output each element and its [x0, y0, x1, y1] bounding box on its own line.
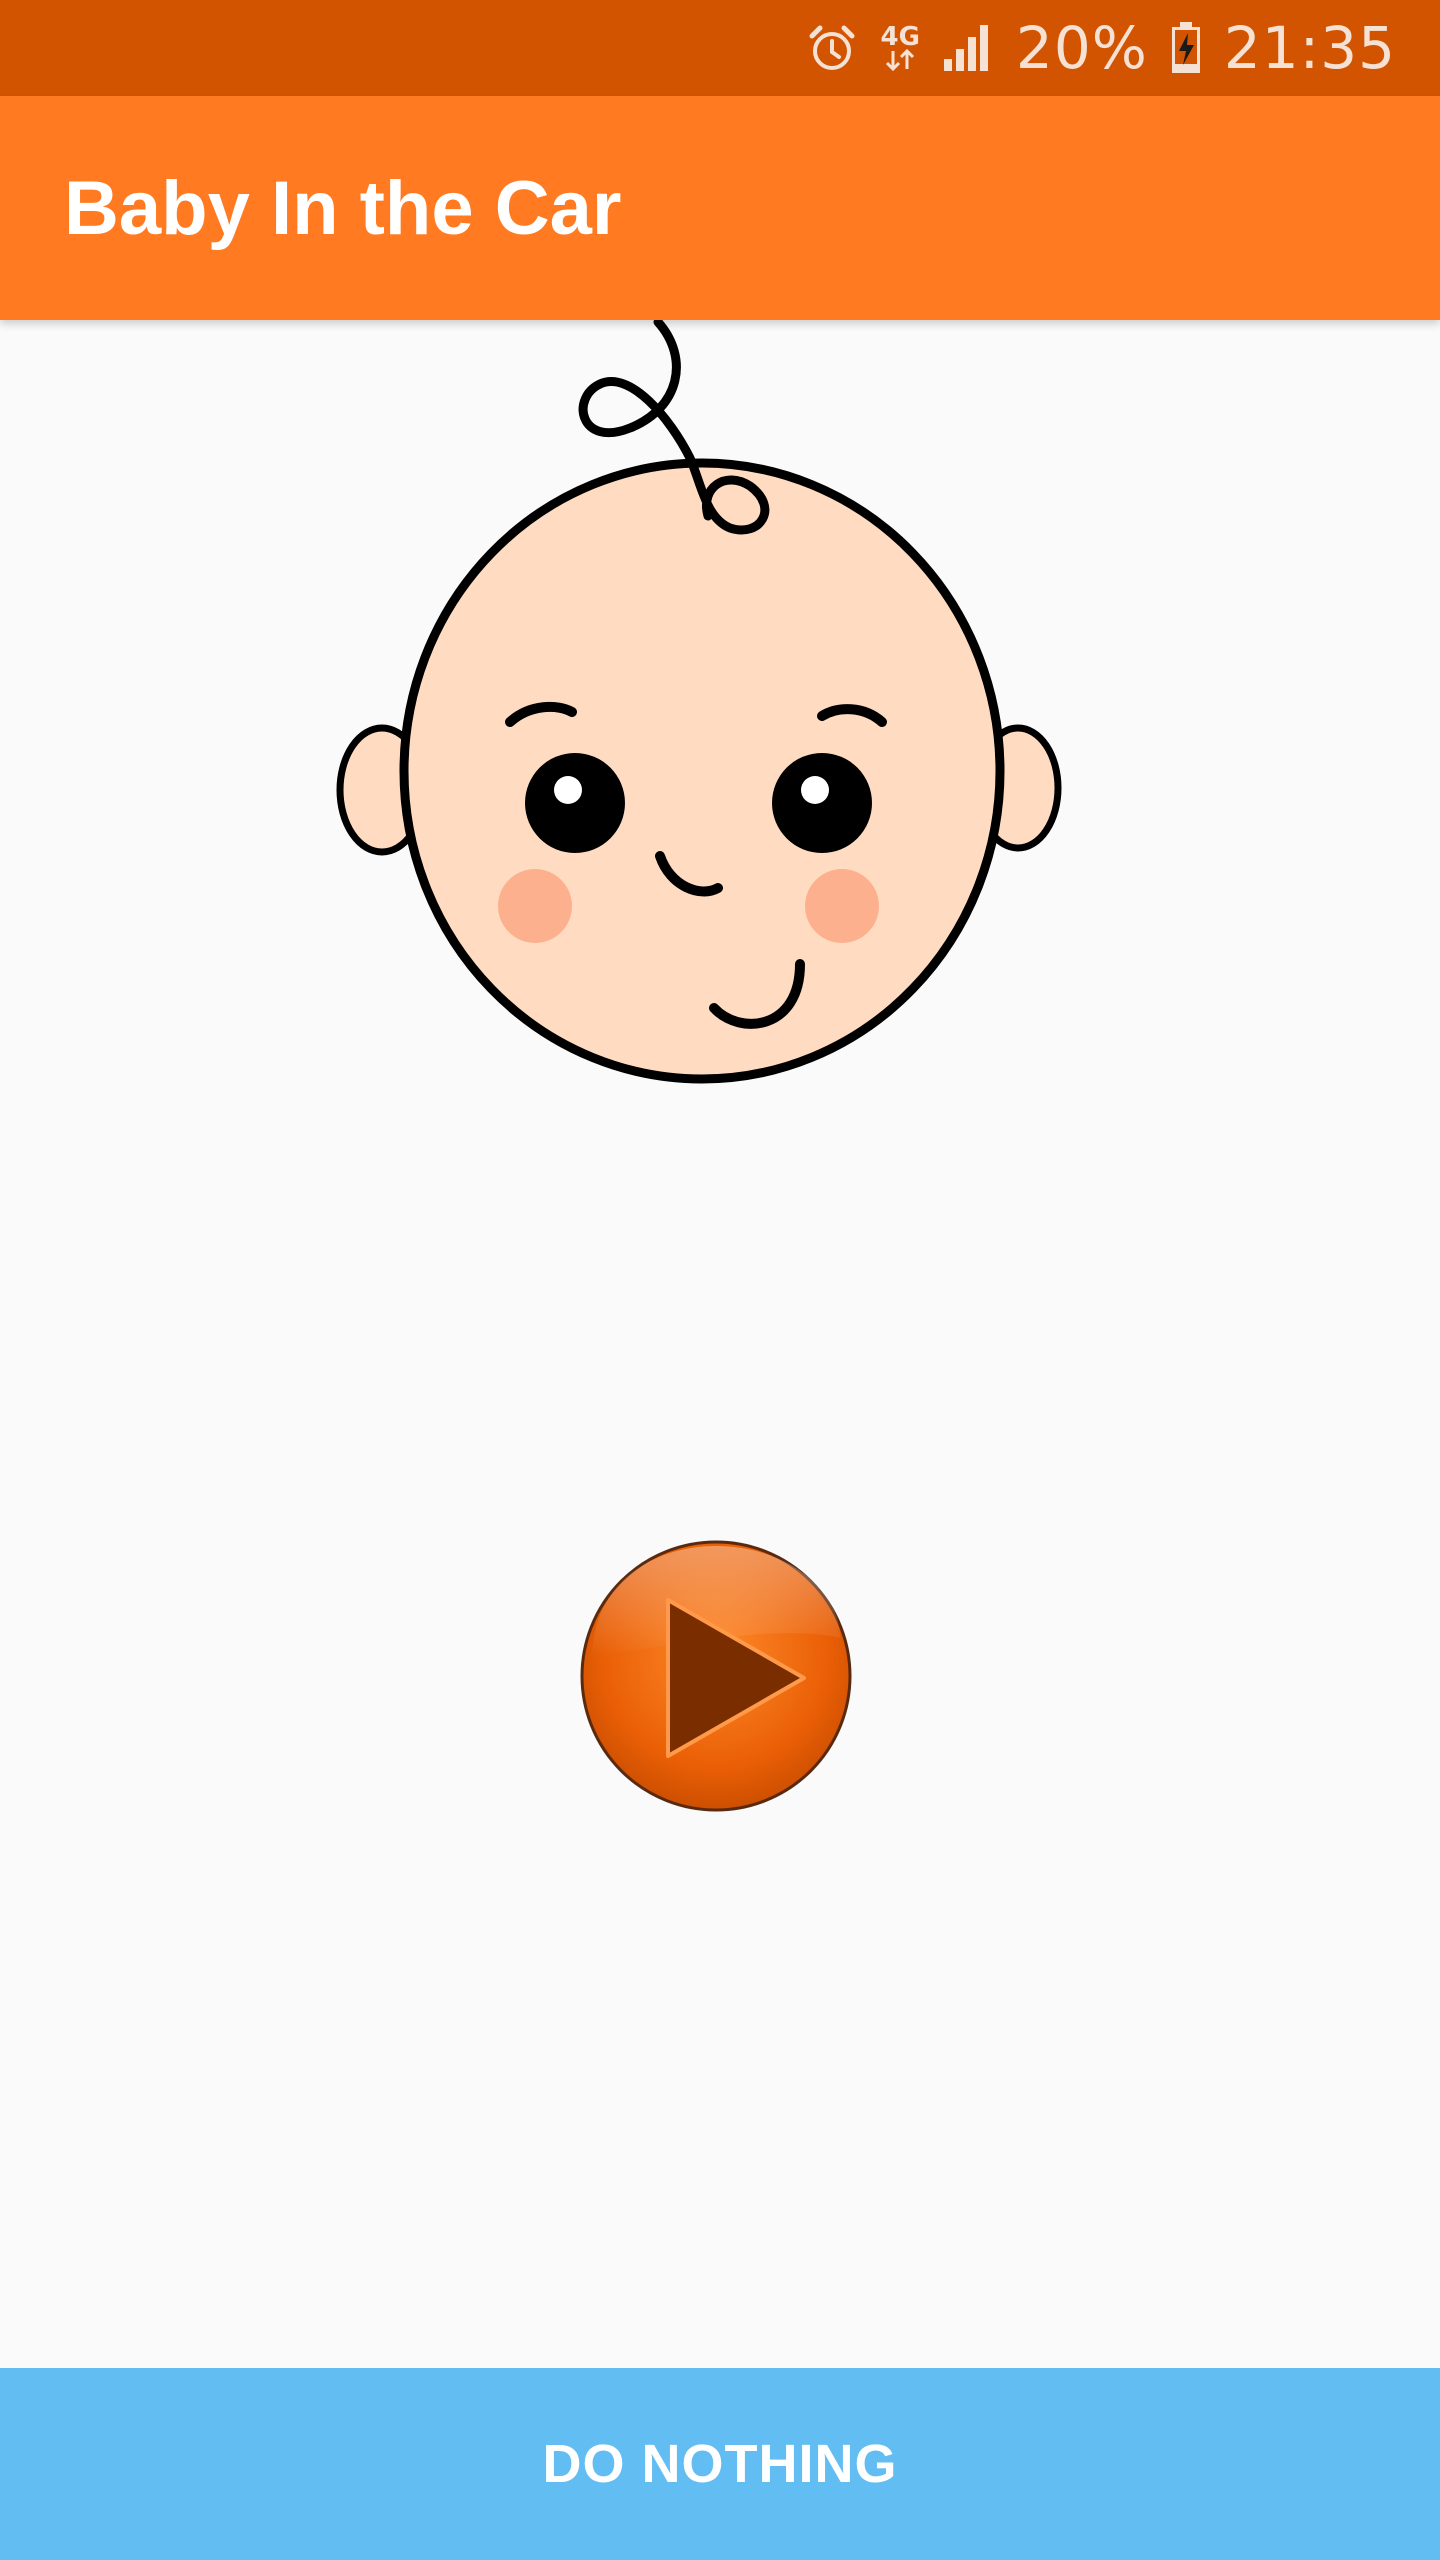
do-nothing-button[interactable]: DO NOTHING: [0, 2368, 1440, 2560]
do-nothing-label: DO NOTHING: [542, 2434, 898, 2494]
baby-face-icon: [336, 318, 1062, 1084]
battery-charging-icon: [1170, 21, 1202, 75]
status-bar: 4G 20% 21:35: [0, 0, 1440, 96]
screen: 4G 20% 21:35 Baby In the Car DO NOTHING: [0, 0, 1440, 2560]
app-title: Baby In the Car: [64, 165, 622, 251]
battery-percent: 20%: [1015, 14, 1148, 82]
clock: 21:35: [1223, 14, 1396, 82]
network-4g-icon: 4G: [880, 22, 920, 71]
network-label: 4G: [880, 22, 920, 52]
app-bar: Baby In the Car: [0, 96, 1440, 320]
alarm-icon: [806, 22, 858, 74]
play-button[interactable]: [578, 1538, 854, 1814]
signal-icon: [942, 23, 994, 73]
